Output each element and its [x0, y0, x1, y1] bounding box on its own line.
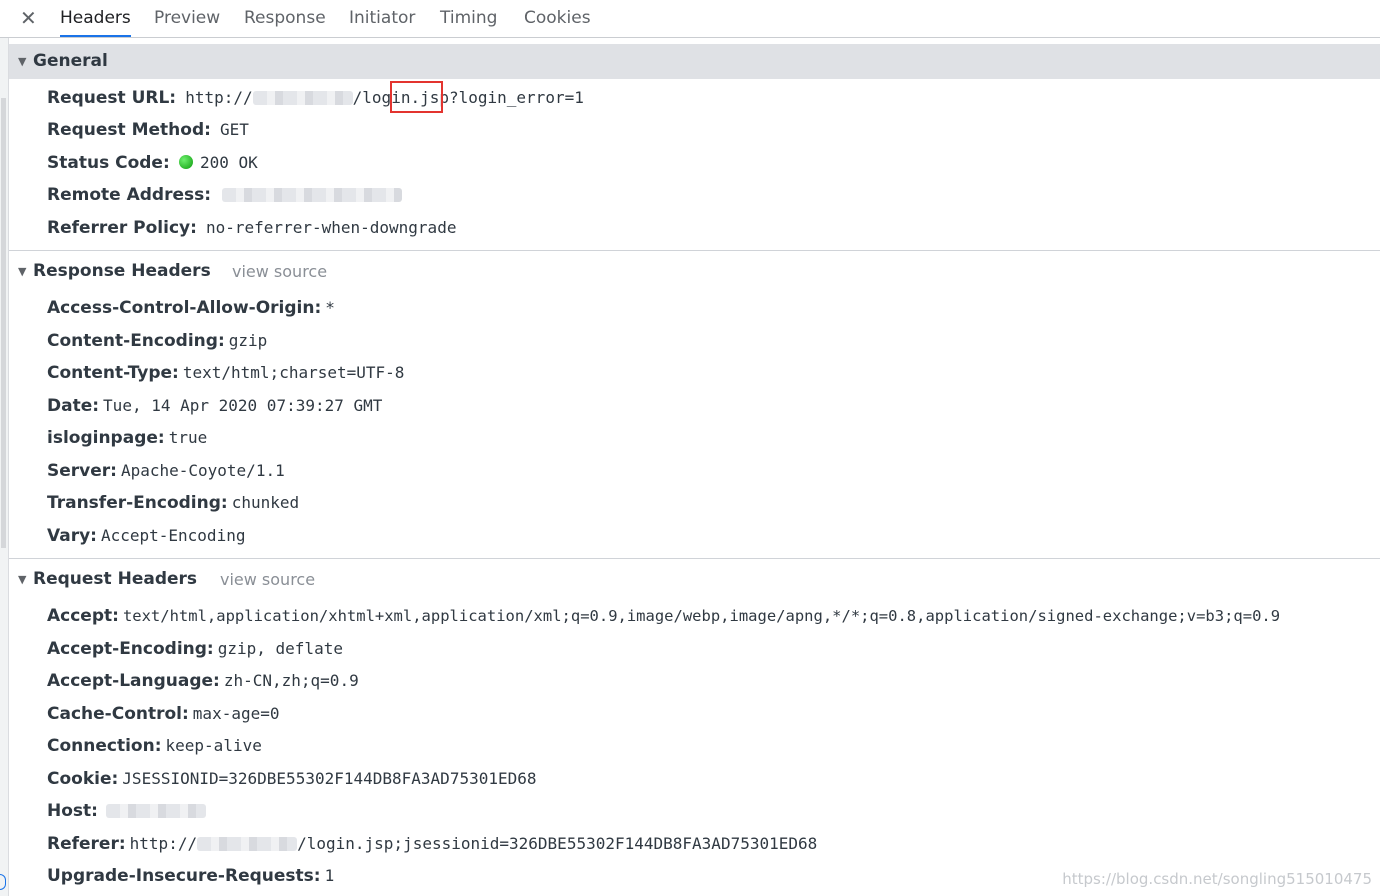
header-key: Cache-Control: — [47, 704, 189, 724]
header-value[interactable]: max-age=0 — [193, 704, 280, 723]
header-row: Access-Control-Allow-Origin: * — [47, 294, 335, 322]
header-value[interactable]: no-referrer-when-downgrade — [206, 218, 456, 237]
header-value[interactable]: Apache-Coyote/1.1 — [121, 461, 285, 480]
header-key: Referer: — [47, 834, 126, 854]
tab-cookies[interactable]: Cookies — [524, 0, 591, 37]
header-key: Remote Address: — [47, 185, 212, 205]
collapse-triangle-icon: ▼ — [18, 573, 27, 586]
tab-initiator[interactable]: Initiator — [349, 0, 415, 37]
header-row: Accept: text/html,application/xhtml+xml,a… — [47, 602, 1280, 630]
header-key: Host: — [47, 801, 98, 821]
header-row: Accept-Language: zh-CN,zh;q=0.9 — [47, 667, 359, 695]
header-key: Vary: — [47, 526, 97, 546]
request-headers-title: Request Headers — [33, 569, 198, 589]
header-key: Content-Type: — [47, 363, 179, 383]
header-value[interactable]: Accept-Encoding — [101, 526, 246, 545]
header-key: Cookie: — [47, 769, 119, 789]
header-value[interactable]: * — [325, 298, 335, 317]
redacted-remote-address — [222, 188, 403, 202]
response-headers-title: Response Headers — [33, 261, 211, 281]
header-row: Transfer-Encoding: chunked — [47, 489, 299, 517]
header-key: isloginpage: — [47, 428, 165, 448]
header-key: Request URL: — [47, 88, 177, 108]
header-row-status-code: Status Code: 200 OK — [47, 149, 258, 177]
tab-preview[interactable]: Preview — [154, 0, 220, 37]
header-value[interactable]: gzip — [229, 331, 268, 350]
redacted-host — [105, 804, 206, 818]
header-key: Request Method: — [47, 120, 211, 140]
header-row: Date: Tue, 14 Apr 2020 07:39:27 GMT — [47, 392, 382, 420]
view-source-link[interactable]: view source — [232, 254, 327, 289]
header-row-request-method: Request Method: GET — [47, 116, 249, 144]
general-section-title: General — [33, 51, 108, 71]
tab-timing[interactable]: Timing — [440, 0, 497, 37]
header-value[interactable]: http:///login.jsp?login_error=1 — [185, 88, 584, 107]
header-key: Server: — [47, 461, 117, 481]
header-value[interactable]: GET — [220, 120, 249, 139]
header-row: Connection: keep-alive — [47, 732, 262, 760]
scrollbar-thumb[interactable] — [1, 98, 6, 548]
header-value[interactable]: zh-CN,zh;q=0.9 — [224, 671, 359, 690]
header-row: Content-Encoding: gzip — [47, 327, 267, 355]
header-row-referrer-policy: Referrer Policy: no-referrer-when-downgr… — [47, 214, 456, 242]
header-row: isloginpage: true — [47, 424, 207, 452]
redacted-host — [252, 91, 353, 105]
left-panel-scrollbar[interactable] — [0, 38, 9, 896]
left-panel-edge-indicator — [0, 874, 6, 890]
header-value[interactable]: true — [169, 428, 208, 447]
header-value[interactable]: text/html;charset=UTF-8 — [183, 363, 405, 382]
header-row: Vary: Accept-Encoding — [47, 522, 245, 550]
highlight-box — [390, 81, 443, 113]
header-key: Accept-Encoding: — [47, 639, 214, 659]
header-key: Status Code: — [47, 153, 170, 173]
header-key: Content-Encoding: — [47, 331, 225, 351]
collapse-triangle-icon: ▼ — [18, 55, 27, 68]
header-row: Server: Apache-Coyote/1.1 — [47, 457, 285, 485]
header-value[interactable]: 200 OK — [200, 153, 258, 172]
header-row-remote-address: Remote Address: — [47, 181, 403, 209]
tab-headers[interactable]: Headers — [60, 0, 131, 37]
header-key: Accept-Language: — [47, 671, 220, 691]
header-key: Transfer-Encoding: — [47, 493, 228, 513]
request-headers-section-header[interactable]: ▼ Request Headers view source — [9, 562, 1380, 597]
response-headers-section-header[interactable]: ▼ Response Headers view source — [9, 254, 1380, 289]
watermark-text: https://blog.csdn.net/songling515010475 — [1062, 870, 1372, 888]
header-key: Connection: — [47, 736, 162, 756]
header-value[interactable]: 1 — [325, 866, 335, 885]
header-row: Host: — [47, 797, 206, 825]
header-value[interactable]: Tue, 14 Apr 2020 07:39:27 GMT — [103, 396, 382, 415]
section-divider — [9, 558, 1380, 559]
header-key: Upgrade-Insecure-Requests: — [47, 866, 321, 886]
header-row: Referer: http:///login.jsp;jsessionid=326… — [47, 830, 817, 858]
header-key: Accept: — [47, 606, 119, 626]
tab-response[interactable]: Response — [244, 0, 326, 37]
header-value[interactable]: http:///login.jsp;jsessionid=326DBE55302… — [130, 834, 818, 853]
devtools-tab-bar: ✕ Headers Preview Response Initiator Tim… — [0, 0, 1380, 38]
header-row: Accept-Encoding: gzip, deflate — [47, 635, 343, 663]
section-divider — [9, 250, 1380, 251]
header-row: Content-Type: text/html;charset=UTF-8 — [47, 359, 404, 387]
general-section-header[interactable]: ▼ General — [9, 44, 1380, 79]
collapse-triangle-icon: ▼ — [18, 265, 27, 278]
header-value[interactable]: JSESSIONID=326DBE55302F144DB8FA3AD75301E… — [122, 769, 536, 788]
header-value[interactable]: text/html,application/xhtml+xml,applicat… — [123, 607, 1280, 625]
header-row: Upgrade-Insecure-Requests: 1 — [47, 862, 334, 890]
status-ok-icon — [178, 155, 193, 169]
header-value[interactable]: keep-alive — [166, 736, 262, 755]
header-row: Cookie: JSESSIONID=326DBE55302F144DB8FA3A… — [47, 765, 537, 793]
header-key: Referrer Policy: — [47, 218, 197, 238]
header-row-request-url: Request URL: http:///login.jsp?login_err… — [47, 84, 584, 112]
header-key: Access-Control-Allow-Origin: — [47, 298, 322, 318]
header-key: Date: — [47, 396, 100, 416]
header-row: Cache-Control: max-age=0 — [47, 700, 280, 728]
view-source-link[interactable]: view source — [220, 562, 315, 597]
redacted-host — [197, 837, 298, 851]
close-icon[interactable]: ✕ — [20, 6, 37, 30]
header-value[interactable]: gzip, deflate — [218, 639, 343, 658]
header-value[interactable]: chunked — [232, 493, 299, 512]
